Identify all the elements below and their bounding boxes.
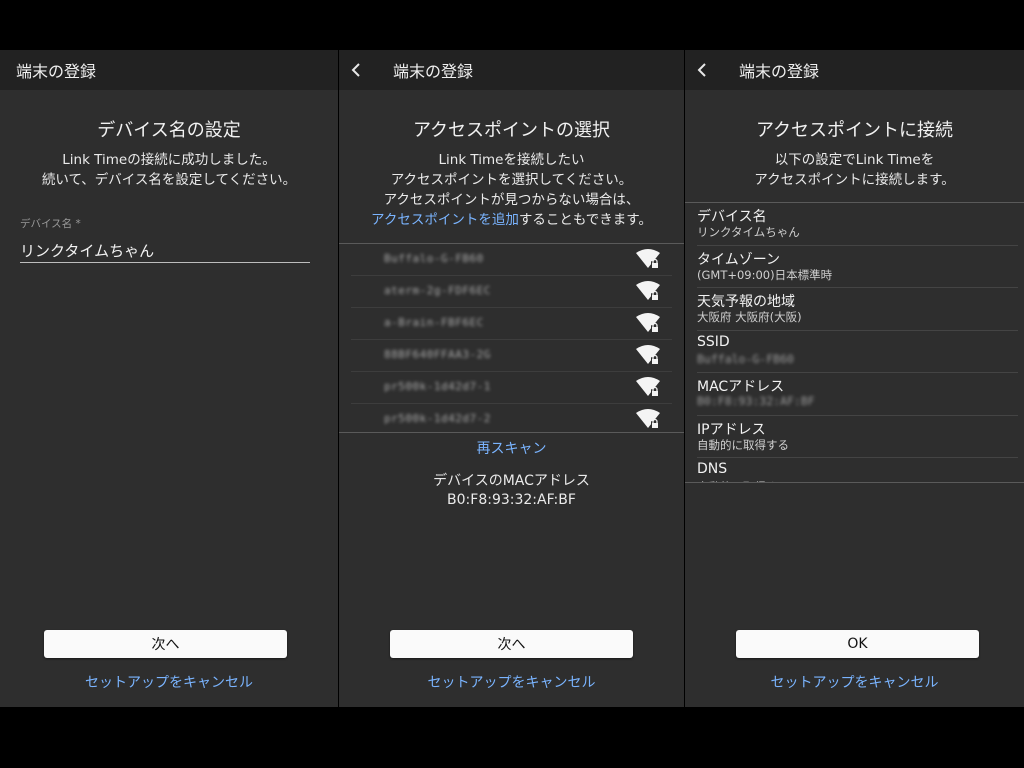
settings-summary-list: デバイス名 リンクタイムちゃん タイムゾーン (GMT+09:00)日本標準時 天気予報… (685, 202, 1024, 483)
setting-row: タイムゾーン (GMT+09:00)日本標準時 (697, 246, 1018, 288)
app-bar: 端末の登録 (685, 50, 1024, 90)
back-arrow-icon[interactable] (687, 50, 717, 90)
setting-title: デバイス名 (697, 209, 767, 225)
access-point-list: Buffalo-G-FB60 aterm-2g-FDF6EC a-Brain-FBF… (339, 243, 684, 433)
wifi-locked-icon (636, 249, 660, 271)
screen-device-name: 端末の登録 デバイス名の設定 Link Timeの接続に成功しました。 続いて、… (0, 50, 338, 707)
setting-row: デバイス名 リンクタイムちゃん (697, 203, 1018, 246)
access-point-ssid: a-Brain-FBF6EC (384, 316, 484, 329)
rescan-link[interactable]: 再スキャン (339, 438, 684, 458)
setting-title: IPアドレス (697, 421, 766, 438)
instruction-text: 以下の設定でLink Timeを アクセスポイントに接続します。 (685, 150, 1024, 190)
app-bar: 端末の登録 (0, 50, 338, 90)
instruction-text: Link Timeを接続したい アクセスポイントを選択してください。 アクセスポ… (339, 150, 684, 230)
cancel-setup-link[interactable]: セットアップをキャンセル (339, 672, 684, 692)
access-point-row[interactable]: pr500k-1d42d7-1 (351, 372, 672, 404)
setting-value: 自動的に取得する (697, 479, 789, 482)
instruction-line: 続いて、デバイス名を設定してください。 (41, 172, 297, 188)
wifi-locked-icon (636, 345, 660, 367)
next-button[interactable]: 次へ (390, 630, 633, 658)
setting-row: DNS 自動的に取得する (697, 458, 1018, 482)
instruction-suffix: することもできます。 (518, 212, 652, 228)
instruction-line: アクセスポイントを選択してください。 (390, 172, 633, 188)
setting-title: 天気予報の地域 (697, 294, 795, 310)
access-point-row[interactable]: aterm-2g-FDF6EC (351, 276, 672, 308)
setting-value: Buffalo-G-FB60 (697, 351, 794, 366)
cancel-setup-link[interactable]: セットアップをキャンセル (685, 672, 1024, 692)
app-bar-title: 端末の登録 (739, 62, 820, 81)
wifi-locked-icon (636, 313, 660, 335)
setting-value: リンクタイムちゃん (697, 225, 800, 239)
access-point-ssid: aterm-2g-FDF6EC (384, 284, 491, 297)
page-title: デバイス名の設定 (97, 120, 241, 141)
app-bar: 端末の登録 (339, 50, 684, 90)
access-point-ssid: Buffalo-G-FB60 (384, 252, 484, 265)
cancel-setup-link[interactable]: セットアップをキャンセル (0, 672, 338, 692)
screen-access-point-connect: 端末の登録 アクセスポイントに接続 以下の設定でLink Timeを アクセスポ… (685, 50, 1024, 707)
setting-row: MACアドレス B0:F8:93:32:AF:BF (697, 373, 1018, 416)
page-title: アクセスポイントに接続 (755, 120, 954, 141)
wifi-locked-icon (636, 409, 660, 431)
access-point-row[interactable]: a-Brain-FBF6EC (351, 308, 672, 340)
setting-value: 自動的に取得する (697, 437, 789, 452)
setting-title: MACアドレス (697, 379, 785, 395)
device-name-field[interactable]: リンクタイムちゃん (20, 240, 310, 263)
wifi-locked-icon (636, 377, 660, 399)
mac-address-label: デバイスのMACアドレス (433, 473, 590, 489)
app-bar-title: 端末の登録 (393, 62, 474, 81)
setting-row: IPアドレス 自動的に取得する (697, 416, 1018, 458)
setting-title: DNS (697, 461, 728, 477)
instruction-text: Link Timeの接続に成功しました。 続いて、デバイス名を設定してください。 (0, 150, 338, 190)
setting-value: B0:F8:93:32:AF:BF (697, 394, 815, 408)
instruction-line: アクセスポイントを追加することもできます。 (339, 210, 684, 230)
access-point-ssid: pr500k-1d42d7-1 (384, 380, 491, 393)
mac-address-value: B0:F8:93:32:AF:BF (447, 492, 576, 508)
ok-button[interactable]: OK (736, 630, 979, 658)
access-point-ssid: 88BF640FFAA3-2G (384, 348, 491, 361)
back-arrow-icon[interactable] (341, 50, 371, 90)
instruction-line: Link Timeの接続に成功しました。 (62, 152, 276, 168)
screen-access-point-select: 端末の登録 アクセスポイントの選択 Link Timeを接続したい アクセスポイ… (339, 50, 684, 707)
next-button[interactable]: 次へ (44, 630, 287, 658)
page-title: アクセスポイントの選択 (412, 120, 611, 141)
access-point-ssid: pr500k-1d42d7-2 (384, 412, 491, 425)
app-bar-title: 端末の登録 (16, 62, 97, 81)
add-access-point-link[interactable]: アクセスポイントを追加 (371, 212, 519, 228)
setting-title: タイムゾーン (697, 251, 781, 268)
instruction-line: 以下の設定でLink Timeを (774, 152, 935, 168)
setting-row: SSID Buffalo-G-FB60 (697, 331, 1018, 373)
setting-row: 天気予報の地域 大阪府 大阪府(大阪) (697, 288, 1018, 331)
access-point-row[interactable]: Buffalo-G-FB60 (351, 244, 672, 276)
instruction-line: Link Timeを接続したい (438, 152, 585, 168)
setting-value: 大阪府 大阪府(大阪) (697, 310, 802, 324)
wifi-locked-icon (636, 281, 660, 303)
access-point-row[interactable]: 88BF640FFAA3-2G (351, 340, 672, 372)
access-point-row[interactable]: pr500k-1d42d7-2 (351, 404, 672, 435)
device-name-label: デバイス名 * (20, 218, 81, 230)
setting-value: (GMT+09:00)日本標準時 (697, 267, 833, 282)
setting-title: SSID (697, 333, 730, 350)
instruction-line: アクセスポイントに接続します。 (754, 172, 955, 188)
instruction-line: アクセスポイントが見つからない場合は、 (383, 192, 640, 208)
